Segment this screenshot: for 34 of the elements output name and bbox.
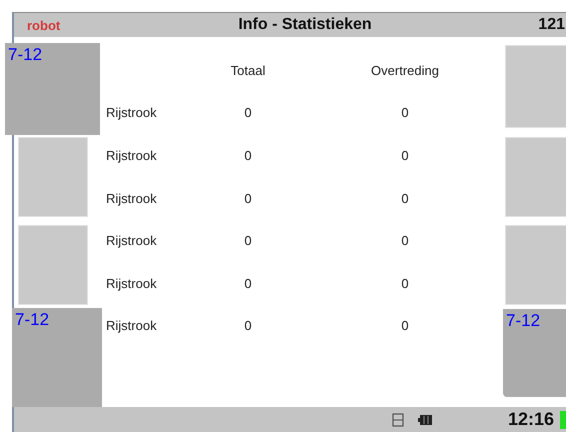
table-cell-text: 0 [400, 190, 410, 206]
softkey-button[interactable] [18, 225, 88, 305]
table-cell-text: 0 [243, 190, 253, 206]
table-cell-text: 0 [243, 318, 253, 334]
column-header: Overtreding [370, 62, 440, 78]
softkey-button[interactable]: 7-12 [5, 43, 100, 135]
table-cell-text: 0 [400, 276, 410, 291]
softkey-button[interactable]: 7-12 [503, 309, 566, 397]
table-cell-text: 0 [400, 233, 410, 248]
row-label: Rijstrook [105, 276, 158, 291]
logo: robot [27, 18, 60, 32]
table-cell-text: 0 [243, 105, 253, 120]
softkey-button[interactable] [18, 137, 88, 217]
status-indicator [560, 410, 566, 428]
table-cell-text: 0 [243, 148, 253, 163]
screen-number: 121 [538, 16, 565, 34]
column-header: Totaal [230, 62, 266, 78]
table-cell-text: 0 [243, 276, 253, 291]
table-cell-text: 0 [400, 105, 410, 120]
row-label: Rijstrook [105, 105, 158, 120]
row-label: Rijstrook [105, 233, 158, 248]
window-title: Info - Statistieken [237, 16, 372, 34]
frame-icon [392, 412, 404, 426]
row-label: Rijstrook [105, 318, 158, 334]
table-cell-text: 0 [400, 148, 410, 163]
softkey-button[interactable] [505, 225, 566, 305]
softkey-button[interactable]: 7-12 [12, 308, 102, 407]
row-label: Rijstrook [105, 190, 158, 206]
table-cell-text: 0 [243, 233, 253, 248]
clock-time: 12:16 [508, 409, 554, 430]
row-label: Rijstrook [105, 148, 158, 163]
softkey-button[interactable] [505, 137, 566, 217]
battery-icon [418, 414, 432, 424]
softkey-button[interactable] [505, 45, 566, 128]
